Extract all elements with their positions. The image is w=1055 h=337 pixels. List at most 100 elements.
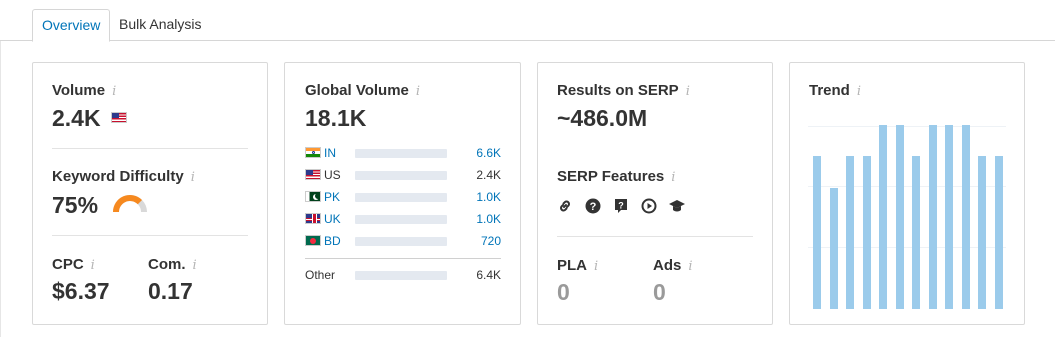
country-volume[interactable]: 1.0K [476, 189, 501, 205]
info-icon[interactable]: i [112, 84, 116, 99]
country-volume[interactable]: 6.6K [476, 145, 501, 161]
svg-text:?: ? [618, 201, 624, 211]
flag-in-icon [305, 147, 321, 158]
flag-uk-icon [305, 213, 321, 224]
info-icon[interactable]: i [191, 170, 195, 185]
volume-label-text: Volume [52, 82, 106, 99]
competition-label-text: Com. [148, 256, 186, 273]
volume-value-text: 2.4K [52, 105, 101, 131]
link-icon[interactable] [557, 198, 573, 214]
trend-label: Trend i [809, 82, 861, 99]
serp-features-label: SERP Features i [557, 168, 675, 185]
global-volume-label-text: Global Volume [305, 82, 409, 99]
divider [557, 236, 753, 237]
flag-bd-icon [305, 235, 321, 246]
tab-bulk-analysis[interactable]: Bulk Analysis [110, 9, 210, 41]
global-volume-label: Global Volume i [305, 82, 420, 99]
country-other-label: Other [305, 268, 336, 282]
pla-value: 0 [557, 279, 570, 305]
country-row-in[interactable]: IN 6.6K [305, 145, 501, 161]
country-row-uk[interactable]: UK 1.0K [305, 211, 501, 227]
global-volume-value: 18.1K [305, 105, 367, 131]
ads-value: 0 [653, 279, 666, 305]
results-on-serp-label: Results on SERP i [557, 82, 690, 99]
trend-bar[interactable] [912, 156, 920, 309]
country-volume[interactable]: 720 [481, 233, 501, 249]
country-code[interactable]: UK [324, 211, 341, 227]
info-icon[interactable]: i [193, 258, 197, 273]
trend-bar[interactable] [879, 125, 887, 309]
global-volume-card: Global Volume i 18.1K IN 6.6K US 2.4K PK 1.0K U… [284, 62, 521, 325]
difficulty-gauge-icon [113, 195, 147, 213]
trend-gridline [808, 186, 1006, 187]
ads-label-text: Ads [653, 257, 682, 274]
graduation-cap-icon[interactable] [669, 198, 685, 214]
divider [305, 258, 501, 259]
trend-gridline [808, 126, 1006, 127]
trend-bar[interactable] [962, 125, 970, 309]
country-share-bar [355, 237, 447, 246]
competition-label: Com. i [148, 256, 197, 273]
country-share-bar [355, 271, 447, 280]
info-icon[interactable]: i [686, 84, 690, 99]
country-share-bar [355, 193, 447, 202]
trend-bar[interactable] [846, 156, 854, 309]
tab-overview[interactable]: Overview [32, 9, 111, 42]
results-on-serp-value: ~486.0M [557, 105, 648, 131]
pla-label-text: PLA [557, 257, 587, 274]
trend-bar[interactable] [863, 156, 871, 309]
country-row-other: Other 6.4K [305, 267, 501, 283]
country-row-pk[interactable]: PK 1.0K [305, 189, 501, 205]
country-code[interactable]: BD [324, 233, 341, 249]
info-icon[interactable]: i [91, 258, 95, 273]
tab-bar: Overview Bulk Analysis [0, 0, 1055, 42]
divider [52, 235, 248, 236]
country-share-bar [355, 171, 447, 180]
trend-bar[interactable] [945, 125, 953, 309]
keyword-difficulty-label-text: Keyword Difficulty [52, 168, 184, 185]
trend-card: Trend i [789, 62, 1025, 325]
cpc-value: $6.37 [52, 278, 110, 304]
info-icon[interactable]: i [688, 259, 692, 274]
cpc-label-text: CPC [52, 256, 84, 273]
trend-label-text: Trend [809, 82, 850, 99]
info-icon[interactable]: i [416, 84, 420, 99]
cpc-label: CPC i [52, 256, 95, 273]
info-icon[interactable]: i [671, 170, 675, 185]
trend-bar[interactable] [896, 125, 904, 309]
country-code[interactable]: IN [324, 145, 336, 161]
flag-us-icon [305, 169, 321, 180]
country-code[interactable]: PK [324, 189, 340, 205]
trend-bar[interactable] [830, 188, 838, 309]
svg-text:?: ? [590, 201, 597, 213]
country-code[interactable]: US [324, 167, 341, 183]
info-icon[interactable]: i [594, 259, 598, 274]
country-row-bd[interactable]: BD 720 [305, 233, 501, 249]
divider [52, 148, 248, 149]
trend-bar[interactable] [995, 156, 1003, 309]
question-bubble-icon[interactable]: ? [613, 198, 629, 214]
keyword-difficulty-value: 75% [52, 192, 99, 218]
country-row-us[interactable]: US 2.4K [305, 167, 501, 183]
country-volume[interactable]: 2.4K [476, 167, 501, 183]
competition-value: 0.17 [148, 278, 193, 304]
country-volume[interactable]: 1.0K [476, 211, 501, 227]
trend-bar[interactable] [813, 156, 821, 309]
country-other-value: 6.4K [476, 268, 501, 282]
flag-us-icon [110, 112, 127, 123]
info-icon[interactable]: i [857, 84, 861, 99]
keyword-difficulty-label: Keyword Difficulty i [52, 168, 195, 185]
volume-card: Volume i 2.4K Keyword Difficulty i 75% CPC… [32, 62, 268, 325]
country-share-bar [355, 215, 447, 224]
serp-features-label-text: SERP Features [557, 168, 665, 185]
pla-label: PLA i [557, 257, 598, 274]
volume-value: 2.4K [52, 105, 127, 132]
trend-bar[interactable] [978, 156, 986, 309]
flag-pk-icon [305, 191, 321, 202]
country-share-bar [355, 149, 447, 158]
question-circle-icon[interactable]: ? [585, 198, 601, 214]
ads-label: Ads i [653, 257, 693, 274]
trend-bar[interactable] [929, 125, 937, 309]
volume-label: Volume i [52, 82, 116, 99]
video-play-icon[interactable] [641, 198, 657, 214]
